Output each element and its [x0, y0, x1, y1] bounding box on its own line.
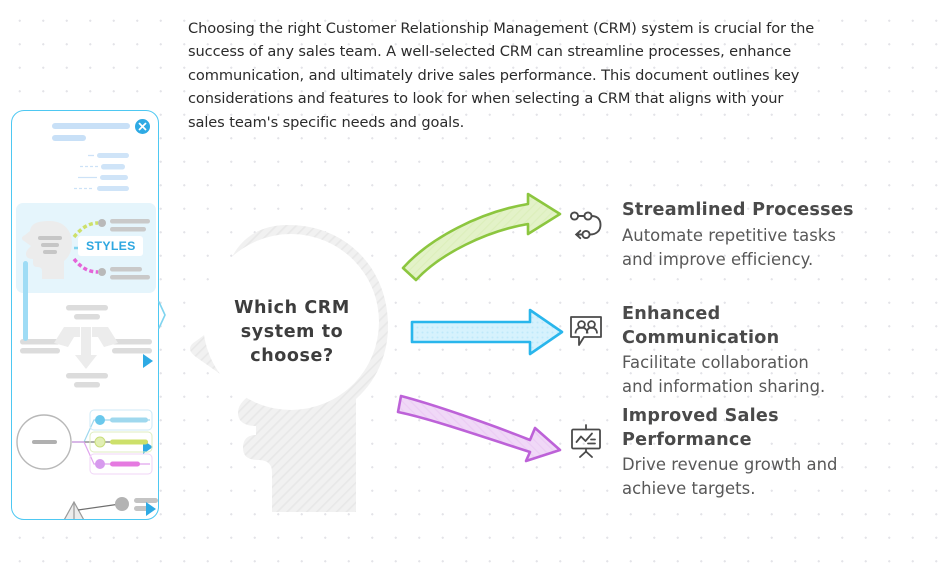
template-picker-sidebar[interactable] — [11, 110, 159, 520]
benefit-item-enhanced-communication: Enhanced Communication Facilitate collab… — [563, 303, 825, 399]
sidebar-thumbnail-split-arrows[interactable] — [12, 301, 158, 393]
sidebar-thumbnail-triangle-nodes[interactable] — [12, 496, 158, 519]
benefit-title: Enhanced Communication — [622, 304, 780, 348]
selected-thumbnail-badge: STYLES — [78, 236, 143, 256]
close-icon[interactable] — [135, 119, 150, 134]
benefit-description: Drive revenue growth and achieve targets… — [622, 455, 838, 498]
sidebar-thumbnail-play-4[interactable] — [146, 502, 156, 516]
benefit-title: Improved Sales Performance — [622, 406, 779, 450]
intro-paragraph: Choosing the right Customer Relationship… — [188, 20, 815, 131]
arrow-enhanced-communication — [410, 308, 564, 356]
benefit-item-streamlined-processes: Streamlined Processes Automate repetitiv… — [563, 199, 854, 272]
presentation-chart-icon — [563, 419, 609, 463]
people-speech-bubble-icon — [563, 309, 609, 353]
benefit-description: Facilitate collaboration and information… — [622, 353, 826, 396]
central-question-text: Which CRM system to choose? — [234, 298, 350, 366]
process-loop-icon — [563, 203, 609, 247]
head-silhouette-graphic — [160, 222, 430, 522]
benefit-item-improved-sales-performance: Improved Sales Performance Drive revenue… — [563, 405, 838, 501]
sidebar-scrollbar-thumb[interactable] — [23, 261, 28, 341]
sidebar-collapse-chevron-icon[interactable] — [157, 300, 167, 330]
sidebar-thumbnail-circle-branch[interactable] — [12, 396, 158, 491]
benefit-description: Automate repetitive tasks and improve ef… — [622, 225, 836, 269]
benefit-title: Streamlined Processes — [622, 200, 854, 220]
